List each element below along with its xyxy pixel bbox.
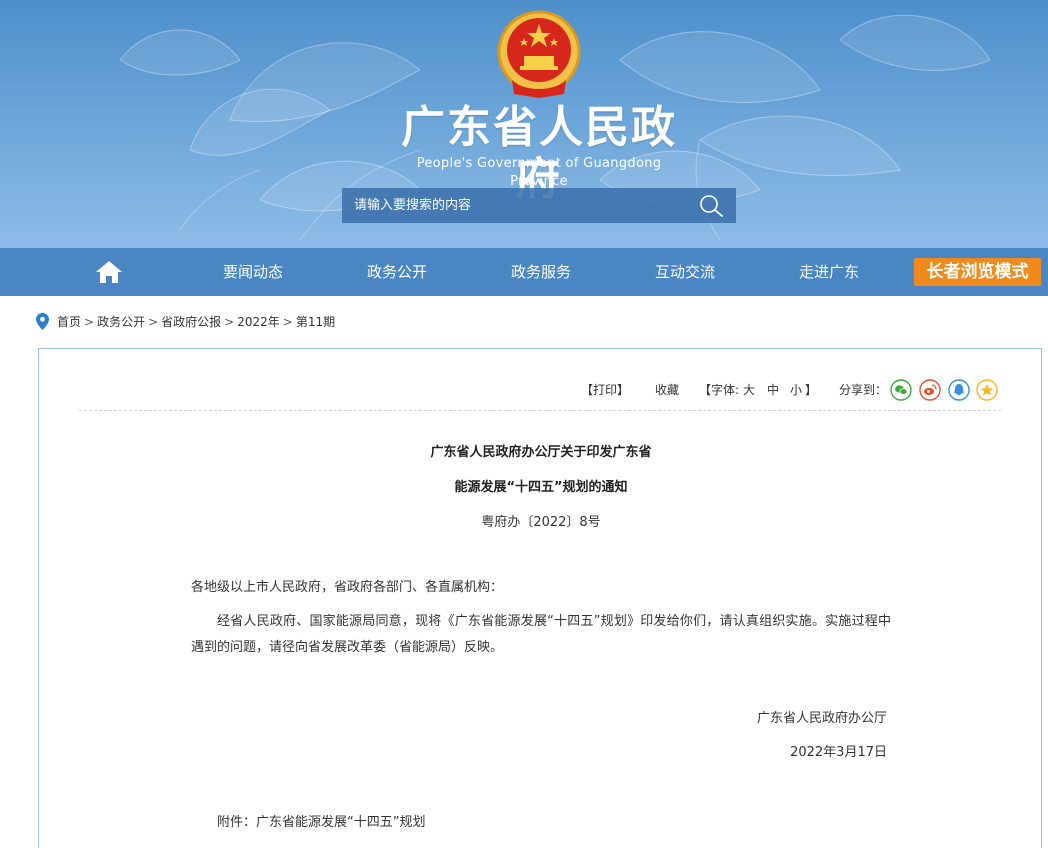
nav-item-gov-services[interactable]: 政务服务	[491, 248, 591, 296]
qzone-icon[interactable]	[976, 379, 998, 401]
breadcrumb-item-home[interactable]: 首页	[57, 315, 81, 329]
breadcrumb-separator: >	[148, 315, 159, 329]
main-nav: 要闻动态 政务公开 政务服务 互动交流 走进广东 长者浏览模式	[0, 248, 1048, 296]
weibo-icon[interactable]	[919, 379, 941, 401]
national-emblem-icon	[497, 10, 581, 98]
article-date: 2022年3月17日	[790, 745, 887, 760]
nav-item-news[interactable]: 要闻动态	[203, 248, 303, 296]
header-banner: 广东省人民政府 People's Government of Guangdong…	[0, 0, 1048, 248]
favorite-button[interactable]: 收藏	[655, 379, 679, 401]
article-panel: 【打印】 收藏 【字体: 大 中 小 】 分享到： 广东省人民政府办公厅关于印发…	[38, 348, 1042, 848]
font-size-medium-button[interactable]: 中	[767, 379, 779, 401]
breadcrumb-item-gazette[interactable]: 省政府公报	[161, 315, 221, 329]
search-input[interactable]	[342, 188, 692, 223]
wechat-icon[interactable]	[890, 379, 912, 401]
location-pin-icon	[36, 313, 49, 330]
nav-item-gov-affairs-open[interactable]: 政务公开	[347, 248, 447, 296]
article-signer: 广东省人民政府办公厅	[756, 711, 887, 726]
article-addressee: 各地级以上市人民政府，省政府各部门、各直属机构：	[191, 580, 504, 595]
font-size-label-open: 【字体:	[699, 383, 740, 397]
nav-item-interaction[interactable]: 互动交流	[635, 248, 735, 296]
article-attachment-link[interactable]: 附件：广东省能源发展“十四五”规划	[217, 811, 425, 830]
font-size-large-button[interactable]: 大	[743, 379, 755, 401]
breadcrumb-separator: >	[224, 315, 235, 329]
article-body-paragraph: 经省人民政府、国家能源局同意，现将《广东省能源发展“十四五”规划》印发给你们，请…	[191, 614, 891, 655]
site-subtitle: People's Government of Guangdong Provinc…	[416, 156, 662, 189]
breadcrumb-item-gov-affairs-open[interactable]: 政务公开	[97, 315, 145, 329]
article-title-line-1: 广东省人民政府办公厅关于印发广东省	[430, 445, 652, 460]
home-icon[interactable]	[94, 260, 124, 284]
qq-icon[interactable]	[948, 379, 970, 401]
breadcrumb-item-year[interactable]: 2022年	[237, 315, 280, 329]
site-title: 广东省人民政府	[401, 102, 677, 205]
font-size-small-button[interactable]: 小	[790, 379, 802, 401]
search-icon[interactable]	[698, 194, 724, 218]
toolbar-divider	[79, 410, 1001, 411]
search-box	[342, 188, 736, 223]
share-label: 分享到：	[839, 383, 888, 397]
font-size-label-close: 】	[805, 383, 818, 397]
breadcrumb-separator: >	[282, 315, 293, 329]
breadcrumb-item-issue[interactable]: 第11期	[296, 315, 335, 329]
breadcrumb-separator: >	[84, 315, 95, 329]
print-button[interactable]: 【打印】	[581, 379, 629, 401]
article-toolbar: 【打印】 收藏 【字体: 大 中 小 】 分享到：	[39, 379, 1043, 401]
article-title-line-2: 能源发展“十四五”规划的通知	[454, 480, 628, 495]
nav-item-about-guangdong[interactable]: 走进广东	[779, 248, 879, 296]
document-number: 粤府办〔2022〕8号	[481, 515, 601, 530]
elder-mode-button[interactable]: 长者浏览模式	[914, 258, 1041, 286]
